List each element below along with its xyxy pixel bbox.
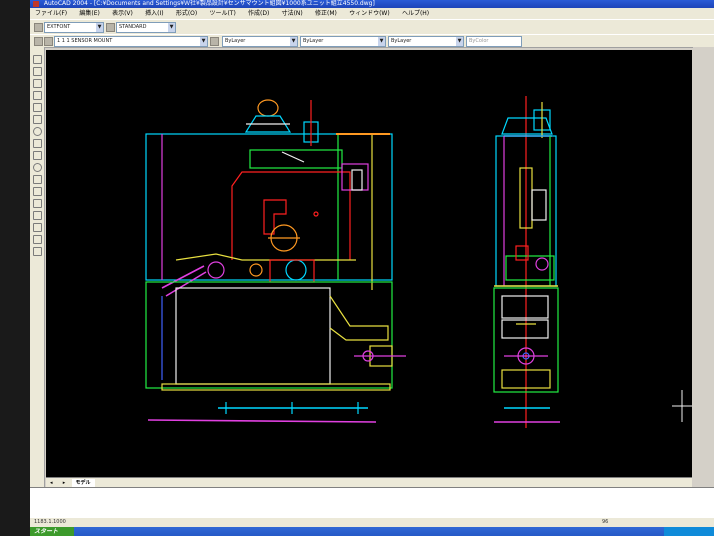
- front-view-base-plate: [161, 383, 391, 391]
- status-mode: 96: [602, 519, 609, 525]
- front-view-wheel-right: [285, 259, 307, 281]
- dim-style-value: STANDARD: [119, 24, 147, 30]
- front-view-chute: [329, 295, 389, 341]
- front-view-side-block-inner: [351, 169, 363, 191]
- menu-bar: ファイル(F) 編集(E) 表示(V) 挿入(I) 形式(O) ツール(T) 作…: [30, 8, 714, 19]
- plotstyle-combo[interactable]: ByColor: [466, 36, 522, 47]
- insert-block-icon[interactable]: [33, 175, 42, 184]
- chevron-down-icon[interactable]: ▼: [200, 37, 207, 46]
- front-view-hole: [313, 211, 319, 217]
- menu-modify[interactable]: 修正(M): [310, 8, 342, 19]
- linetype-combo[interactable]: ByLayer ▼: [300, 36, 386, 47]
- status-bar: 1183.1.1000 96: [30, 518, 714, 527]
- menu-tools[interactable]: ツール(T): [204, 8, 240, 19]
- polygon-icon[interactable]: [33, 91, 42, 100]
- modify-toolbar-area: [693, 47, 714, 487]
- chevron-down-icon[interactable]: ▼: [378, 37, 385, 46]
- front-view-housing-diag: [281, 151, 305, 163]
- autocad-app-icon: [33, 1, 39, 7]
- command-line[interactable]: [30, 487, 714, 519]
- menu-window[interactable]: ウィンドウ(W): [344, 8, 395, 19]
- side-view-bearing: [535, 257, 549, 271]
- revision-cloud-icon[interactable]: [33, 139, 42, 148]
- dim-style-combo[interactable]: STANDARD ▼: [116, 22, 176, 33]
- side-view-upper-drawer: [501, 295, 549, 319]
- make-block-icon[interactable]: [33, 187, 42, 196]
- construction-line-icon[interactable]: [33, 67, 42, 76]
- menu-dimension[interactable]: 寸法(N): [277, 8, 308, 19]
- menu-draw[interactable]: 作成(D): [243, 8, 274, 19]
- front-view-upper-frame: [145, 133, 393, 281]
- front-view-wheel-mid: [249, 263, 263, 277]
- text-style-value: EXTFONT: [47, 24, 71, 30]
- lineweight-value: ByLayer: [391, 38, 412, 44]
- side-view-top-bracket: [501, 117, 553, 135]
- lineweight-combo[interactable]: ByLayer ▼: [388, 36, 464, 47]
- front-view-cabinet-door: [175, 287, 331, 385]
- layout-tab-bar: ◂ ▸ モデル: [46, 477, 692, 488]
- menu-help[interactable]: ヘルプ(H): [397, 8, 434, 19]
- make-current-icon[interactable]: [210, 37, 219, 46]
- menu-format[interactable]: 形式(O): [171, 8, 202, 19]
- chevron-down-icon[interactable]: ▼: [168, 23, 175, 32]
- title-bar[interactable]: AutoCAD 2004 - [C:¥Documents and Setting…: [30, 0, 714, 8]
- draw-toolbar: [30, 47, 45, 487]
- styles-toolbar: EXTFONT ▼ STANDARD ▼: [30, 19, 714, 35]
- side-view-side-plate: [531, 189, 547, 221]
- line-tool-icon[interactable]: [33, 55, 42, 64]
- menu-edit[interactable]: 編集(E): [74, 8, 104, 19]
- front-view-housing-body: [231, 171, 351, 260]
- color-combo[interactable]: ByLayer ▼: [222, 36, 298, 47]
- layer-combo[interactable]: 1 1 1 SENSOR MOUNT ▼: [54, 36, 208, 47]
- ellipse-icon[interactable]: [33, 163, 42, 172]
- front-view-base-line: [175, 253, 356, 261]
- front-view-wheel-left: [207, 261, 225, 279]
- front-view-dim-line-lower: [147, 419, 377, 423]
- chevron-down-icon[interactable]: ▼: [456, 37, 463, 46]
- spline-icon[interactable]: [33, 151, 42, 160]
- hatch-icon[interactable]: [33, 211, 42, 220]
- polyline-icon[interactable]: [33, 79, 42, 88]
- front-view-top-motor: [257, 99, 279, 117]
- windows-taskbar: スタート: [30, 527, 714, 536]
- crosshair-cursor: [672, 390, 692, 422]
- system-tray: [664, 527, 714, 536]
- menu-file[interactable]: ファイル(F): [30, 8, 72, 19]
- chevron-down-icon[interactable]: ▼: [96, 23, 103, 32]
- layers-toolbar: 1 1 1 SENSOR MOUNT ▼ ByLayer ▼ ByLayer ▼…: [30, 34, 714, 48]
- text-style-icon[interactable]: [34, 23, 43, 32]
- layer-manager-icon[interactable]: [34, 37, 43, 46]
- layer-value: 1 1 1 SENSOR MOUNT: [57, 38, 113, 44]
- chevron-down-icon[interactable]: ▼: [290, 37, 297, 46]
- menu-view[interactable]: 表示(V): [107, 8, 138, 19]
- text-style-combo[interactable]: EXTFONT ▼: [44, 22, 104, 33]
- drawing-viewport[interactable]: [46, 50, 692, 482]
- arc-icon[interactable]: [33, 115, 42, 124]
- window-title: AutoCAD 2004 - [C:¥Documents and Setting…: [43, 0, 375, 7]
- front-view-side-block: [341, 163, 369, 191]
- menu-insert[interactable]: 挿入(I): [140, 8, 168, 19]
- cad-drawing[interactable]: [46, 50, 692, 482]
- front-view-lower-cabinet: [145, 281, 393, 389]
- start-button[interactable]: スタート: [30, 527, 74, 536]
- color-value: ByLayer: [225, 38, 246, 44]
- coordinate-readout: 1183.1.1000: [34, 519, 66, 525]
- dim-style-icon[interactable]: [106, 23, 115, 32]
- table-icon[interactable]: [33, 235, 42, 244]
- layer-state-icon[interactable]: [44, 37, 53, 46]
- autocad-window: AutoCAD 2004 - [C:¥Documents and Setting…: [30, 0, 714, 536]
- linetype-value: ByLayer: [303, 38, 324, 44]
- side-view-mid-drawer: [501, 319, 549, 339]
- plotstyle-value: ByColor: [469, 38, 489, 44]
- rectangle-icon[interactable]: [33, 103, 42, 112]
- circle-icon[interactable]: [33, 127, 42, 136]
- region-icon[interactable]: [33, 223, 42, 232]
- point-icon[interactable]: [33, 199, 42, 208]
- multiline-text-icon[interactable]: [33, 247, 42, 256]
